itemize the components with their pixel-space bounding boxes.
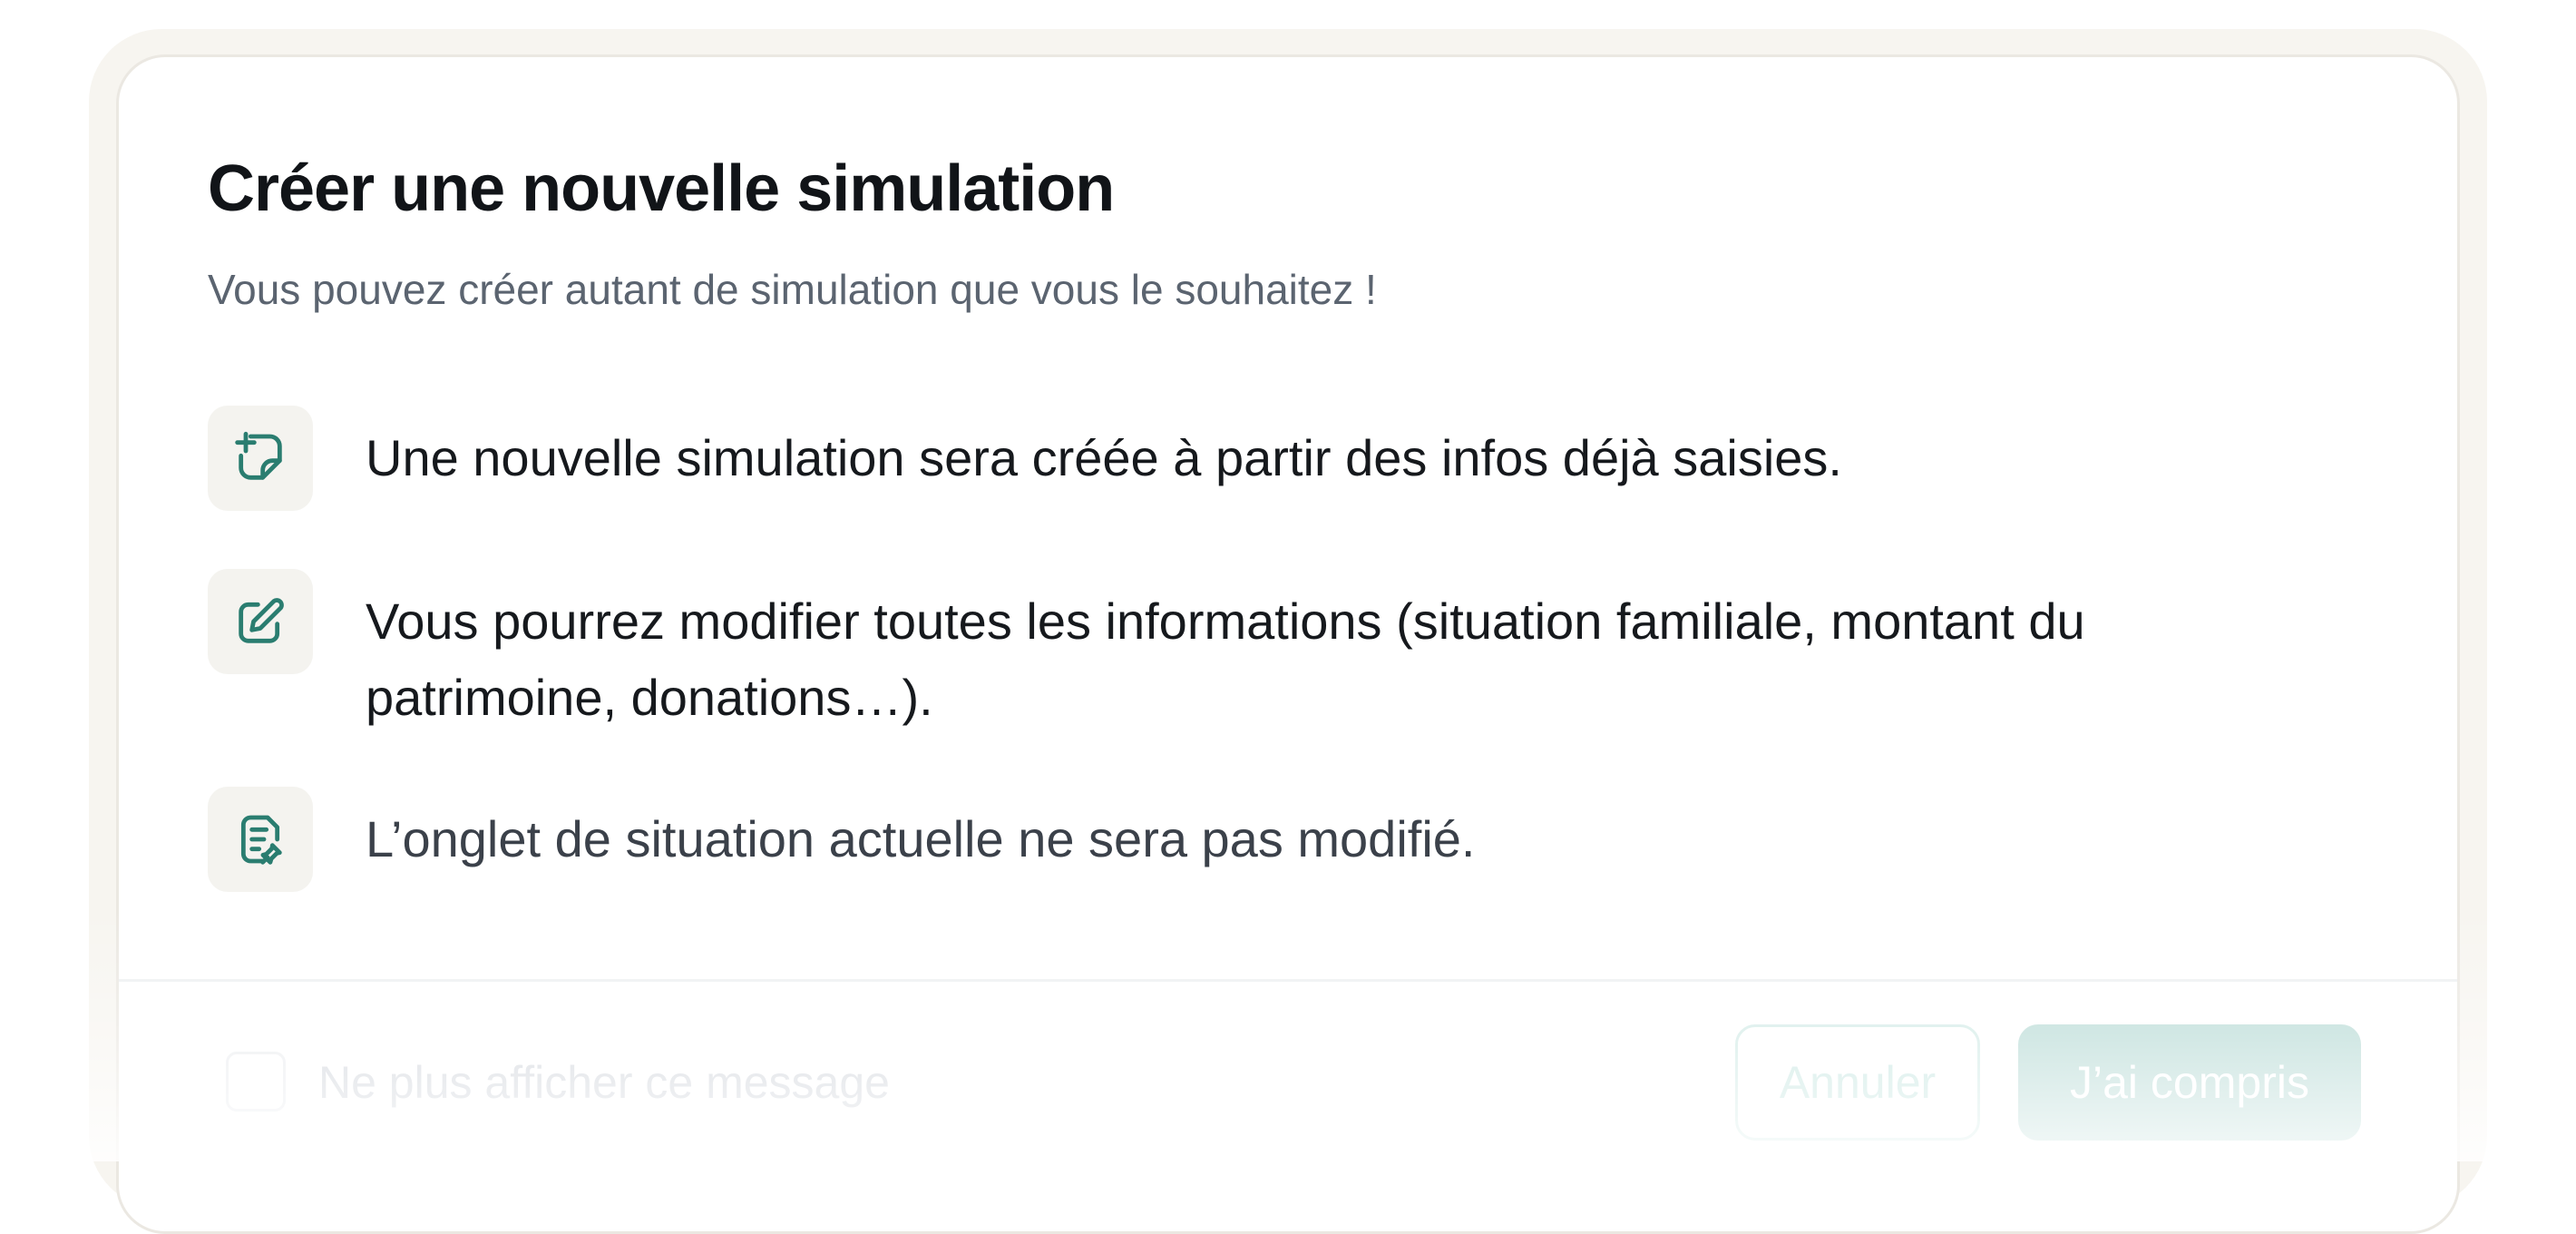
dont-show-again-label[interactable]: Ne plus afficher ce message	[318, 1053, 890, 1112]
footer-divider	[119, 979, 2457, 982]
sticky-note-plus-icon	[208, 406, 313, 511]
dialog-title: Créer une nouvelle simulation	[208, 152, 1115, 225]
cancel-button[interactable]: Annuler	[1735, 1024, 1980, 1141]
info-text-edit-line-1: Vous pourrez modifier toutes les informa…	[366, 593, 2085, 650]
info-text-new-simulation: Une nouvelle simulation sera créée à par…	[366, 429, 1842, 486]
confirm-button[interactable]: J’ai compris	[2018, 1024, 2361, 1141]
info-text-edit-line-2: patrimoine, donations…).	[366, 669, 933, 726]
edit-pencil-icon	[208, 569, 313, 674]
dont-show-again-checkbox[interactable]	[226, 1052, 286, 1112]
document-pin-icon	[208, 787, 313, 892]
info-text-current-situation: L’onglet de situation actuelle ne sera p…	[366, 810, 1476, 867]
dialog-subtitle: Vous pouvez créer autant de simulation q…	[208, 266, 1377, 313]
new-simulation-dialog: Créer une nouvelle simulation Vous pouve…	[116, 54, 2460, 1234]
